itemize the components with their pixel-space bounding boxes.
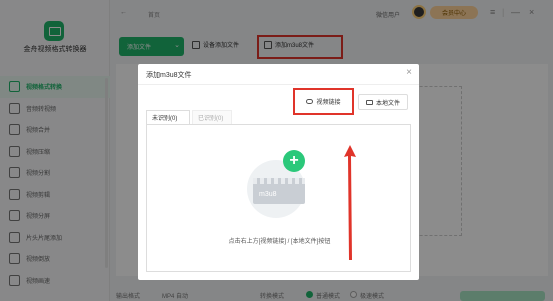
empty-hint-text: 点击右上方[视频链接] / [本地文件]按钮 [228, 239, 331, 245]
video-link-label: 视频链接 [316, 100, 341, 106]
plus-icon: + [283, 150, 305, 172]
local-file-button[interactable]: 本地文件 [358, 94, 408, 110]
film-icon: m3u8 [253, 178, 305, 204]
file-list-panel: m3u8 + 点击右上方[视频链接] / [本地文件]按钮 [146, 124, 411, 272]
add-m3u8-dialog: 添加m3u8文件 × 视频链接 本地文件 未识别(0) 已识别(0) m3u8 … [138, 64, 419, 280]
film-label: m3u8 [259, 191, 277, 198]
tab-recognized[interactable]: 已识别(0) [192, 110, 232, 125]
arrow-shape [344, 145, 356, 260]
video-link-button[interactable]: 视频链接 [293, 88, 354, 115]
close-icon[interactable]: × [406, 67, 412, 78]
annotation-arrow [344, 145, 356, 260]
local-file-label: 本地文件 [375, 100, 400, 107]
play-file-icon [365, 99, 373, 105]
dialog-title: 添加m3u8文件 [146, 72, 192, 79]
tab-unrecognized[interactable]: 未识别(0) [146, 110, 190, 125]
divider [138, 84, 419, 85]
empty-state-illustration: m3u8 + [247, 150, 309, 218]
link-icon [306, 99, 314, 104]
